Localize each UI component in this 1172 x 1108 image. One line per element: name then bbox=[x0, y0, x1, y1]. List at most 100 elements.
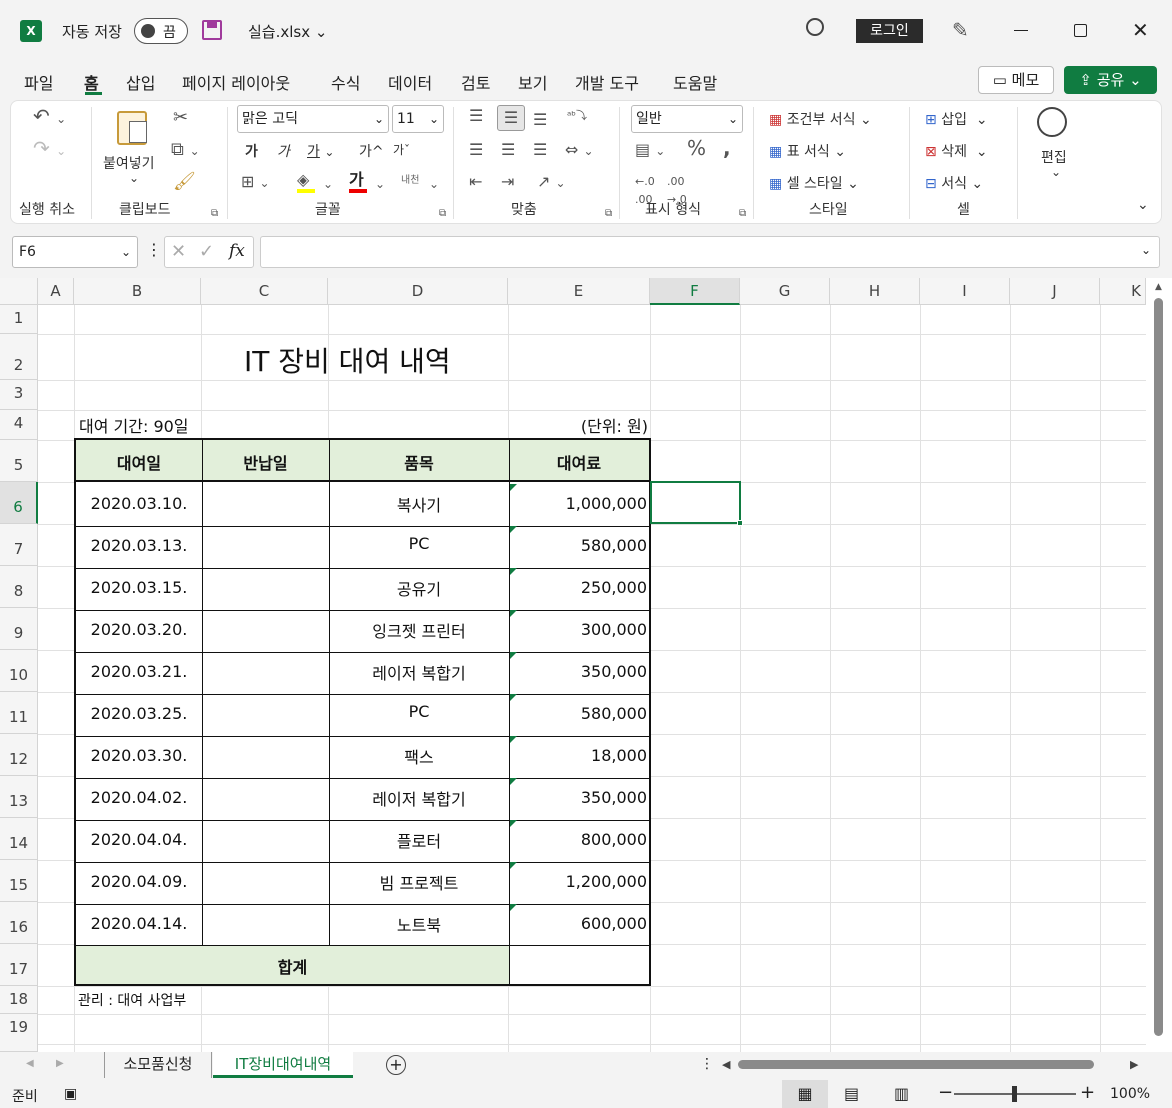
login-button[interactable]: 로그인 bbox=[856, 19, 923, 43]
worksheet-grid[interactable]: A B C D E F G H I J K 1 2 3 4 5 6 7 8 9 … bbox=[0, 278, 1172, 1052]
share-button[interactable]: ⇪ 공유 ⌄ bbox=[1064, 66, 1157, 94]
scroll-right-icon[interactable]: ▶ bbox=[1130, 1058, 1138, 1071]
clipboard-launcher-icon[interactable]: ⧉ bbox=[211, 205, 218, 223]
bold-button[interactable]: 가 bbox=[245, 141, 258, 161]
next-sheet-icon[interactable]: ▶ bbox=[56, 1058, 64, 1069]
tab-insert[interactable]: 삽입 bbox=[126, 70, 155, 94]
page-layout-view-icon[interactable]: ▤ bbox=[844, 1084, 859, 1103]
file-name[interactable]: 실습.xlsx ⌄ bbox=[248, 21, 327, 42]
paste-dropdown-icon[interactable]: ⌄ bbox=[129, 171, 139, 185]
fill-handle[interactable] bbox=[737, 520, 743, 526]
active-cell[interactable] bbox=[650, 481, 741, 524]
row-header[interactable]: 14 bbox=[0, 818, 38, 860]
cut-icon[interactable]: ✂ bbox=[173, 109, 188, 127]
fill-dropdown-icon[interactable]: ⌄ bbox=[323, 175, 333, 193]
prev-sheet-icon[interactable]: ◀ bbox=[26, 1058, 34, 1069]
number-launcher-icon[interactable]: ⧉ bbox=[739, 205, 746, 223]
phonetic-button[interactable]: 내천 bbox=[401, 171, 419, 186]
merge-center-icon[interactable]: ⇔ ⌄ bbox=[565, 141, 594, 160]
align-top-icon[interactable]: ☰ bbox=[469, 107, 483, 125]
row-header[interactable]: 11 bbox=[0, 692, 38, 734]
row-header[interactable]: 6 bbox=[0, 482, 38, 524]
format-cells-button[interactable]: ⊟ 서식 ⌄ bbox=[925, 173, 983, 193]
zoom-in-icon[interactable]: + bbox=[1080, 1082, 1095, 1103]
font-color-dropdown-icon[interactable]: ⌄ bbox=[375, 175, 385, 193]
row-header[interactable]: 13 bbox=[0, 776, 38, 818]
column-header-e[interactable]: E bbox=[508, 278, 650, 305]
align-middle-icon[interactable]: ☰ bbox=[497, 105, 525, 131]
minimize-icon[interactable] bbox=[1014, 30, 1028, 31]
tab-view[interactable]: 보기 bbox=[518, 70, 547, 94]
accounting-format-icon[interactable]: ▤ ⌄ bbox=[635, 141, 665, 160]
cell-styles-button[interactable]: ▦ 셀 스타일 ⌄ bbox=[769, 173, 859, 193]
undo-icon[interactable]: ↶ ⌄ bbox=[33, 106, 66, 128]
add-sheet-icon[interactable]: + bbox=[386, 1055, 406, 1075]
row-header[interactable]: 12 bbox=[0, 734, 38, 776]
editing-dropdown-icon[interactable]: ⌄ bbox=[1051, 165, 1061, 179]
column-header-f[interactable]: F bbox=[650, 278, 740, 305]
page-break-view-icon[interactable]: ▥ bbox=[894, 1084, 909, 1103]
tab-file[interactable]: 파일 bbox=[24, 70, 53, 94]
row-header[interactable]: 19 bbox=[0, 1014, 38, 1052]
font-launcher-icon[interactable]: ⧉ bbox=[439, 205, 446, 223]
decrease-indent-icon[interactable]: ⇤ bbox=[469, 173, 482, 191]
row-header[interactable]: 3 bbox=[0, 380, 38, 410]
row-header[interactable]: 16 bbox=[0, 902, 38, 944]
orientation-icon[interactable]: ᵃᵇ⤵ bbox=[567, 107, 587, 125]
borders-icon[interactable]: ⊞ ⌄ bbox=[241, 173, 270, 192]
row-header[interactable]: 10 bbox=[0, 650, 38, 692]
close-icon[interactable]: ✕ bbox=[1132, 18, 1149, 42]
sheet-tab-supplies[interactable]: 소모품신청 bbox=[104, 1052, 212, 1078]
row-header[interactable]: 9 bbox=[0, 608, 38, 650]
more-options-icon[interactable]: ⋮ bbox=[146, 240, 162, 259]
zoom-out-icon[interactable]: − bbox=[938, 1082, 953, 1103]
normal-view-icon[interactable]: ▦ bbox=[782, 1080, 828, 1108]
conditional-format-button[interactable]: ▦ 조건부 서식 ⌄ bbox=[769, 109, 872, 129]
fill-color-icon[interactable]: ◈ bbox=[297, 171, 315, 193]
align-center-icon[interactable]: ☰ bbox=[501, 141, 515, 159]
align-right-icon[interactable]: ☰ bbox=[533, 141, 547, 159]
text-direction-icon[interactable]: ↗ ⌄ bbox=[537, 173, 566, 192]
name-box[interactable]: F6 ⌄ bbox=[12, 236, 138, 268]
comments-button[interactable]: ▭ 메모 bbox=[978, 66, 1054, 94]
format-table-button[interactable]: ▦ 표 서식 ⌄ bbox=[769, 141, 846, 161]
tab-home[interactable]: 홈 bbox=[84, 70, 99, 94]
insert-cells-button[interactable]: ⊞ 삽입 ⌄ bbox=[925, 109, 988, 129]
search-edit-icon[interactable] bbox=[1037, 107, 1067, 137]
sheet-tab-it-rental[interactable]: IT장비대여내역 bbox=[213, 1052, 353, 1078]
zoom-slider-thumb[interactable] bbox=[1012, 1086, 1017, 1102]
designer-pen-icon[interactable]: ✎ bbox=[952, 18, 969, 42]
column-header-b[interactable]: B bbox=[74, 278, 201, 305]
column-header-i[interactable]: I bbox=[920, 278, 1010, 305]
vertical-scrollbar[interactable]: ▲ bbox=[1146, 278, 1172, 1052]
underline-button[interactable]: 가 ⌄ bbox=[307, 141, 334, 161]
horizontal-scrollbar[interactable]: ◀ ▶ bbox=[720, 1054, 1146, 1076]
editing-button[interactable]: 편집 bbox=[1041, 147, 1067, 167]
tab-help[interactable]: 도움말 bbox=[673, 70, 717, 94]
horizontal-scroll-thumb[interactable] bbox=[738, 1060, 1094, 1069]
tab-formulas[interactable]: 수식 bbox=[331, 70, 360, 94]
enter-icon[interactable]: ✓ bbox=[199, 241, 214, 262]
column-header-d[interactable]: D bbox=[328, 278, 508, 305]
row-header[interactable]: 8 bbox=[0, 566, 38, 608]
save-icon[interactable] bbox=[202, 20, 222, 40]
font-name-select[interactable]: 맑은 고딕 ⌄ bbox=[237, 105, 389, 133]
column-header-a[interactable]: A bbox=[38, 278, 74, 305]
percent-icon[interactable]: % bbox=[687, 138, 706, 158]
vertical-scroll-thumb[interactable] bbox=[1154, 298, 1163, 1036]
copy-icon[interactable]: ⧉ ⌄ bbox=[171, 141, 200, 160]
increase-indent-icon[interactable]: ⇥ bbox=[501, 173, 514, 191]
ribbon-collapse-icon[interactable]: ⌄ bbox=[1137, 197, 1149, 213]
delete-cells-button[interactable]: ⊠ 삭제 ⌄ bbox=[925, 141, 988, 161]
column-header-k[interactable]: K bbox=[1100, 278, 1146, 305]
font-size-select[interactable]: 11 ⌄ bbox=[392, 105, 444, 133]
font-color-icon[interactable]: 가 bbox=[349, 171, 367, 193]
italic-button[interactable]: 가 bbox=[277, 141, 290, 161]
comma-icon[interactable]: , bbox=[723, 138, 731, 158]
align-bottom-icon[interactable]: ☰ bbox=[533, 111, 547, 129]
row-header[interactable]: 4 bbox=[0, 410, 38, 440]
number-format-select[interactable]: 일반 ⌄ bbox=[631, 105, 743, 133]
tab-page-layout[interactable]: 페이지 레이아웃 bbox=[182, 70, 290, 94]
row-header[interactable]: 2 bbox=[0, 334, 38, 380]
accessibility-icon[interactable]: ▣ bbox=[64, 1086, 77, 1102]
